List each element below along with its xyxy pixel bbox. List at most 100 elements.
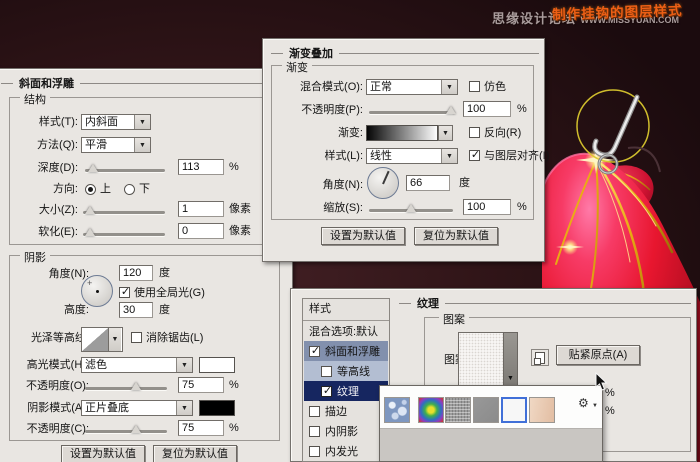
bevel-set-default-button[interactable]: 设置为默认值 xyxy=(61,445,145,462)
gradient-angle-label: 角度(N): xyxy=(322,179,363,191)
gradient-opacity-thumb[interactable] xyxy=(446,106,456,114)
bevel-method-value: 平滑 xyxy=(85,139,107,151)
gradient-style-select[interactable]: 线性 ▼ xyxy=(366,148,458,164)
highlight-mode-value: 滤色 xyxy=(85,359,107,371)
dial-needle xyxy=(382,171,390,185)
list-item-inner-glow[interactable]: 内发光 xyxy=(304,441,388,461)
altitude-label: 高度: xyxy=(63,304,89,316)
shadow-opacity-input[interactable]: 75 xyxy=(178,420,224,436)
checkbox-icon[interactable] xyxy=(309,344,321,357)
highlight-opacity-unit: % xyxy=(229,379,239,391)
global-angle-dial[interactable]: + xyxy=(81,275,113,307)
chevron-down-icon[interactable]: ▼ xyxy=(441,149,457,163)
pattern-swatch[interactable] xyxy=(458,332,504,386)
chevron-down-icon[interactable]: ▼ xyxy=(176,358,192,372)
gradient-opacity-label: 不透明度(P): xyxy=(301,104,363,116)
pattern-thumb-gray-weave[interactable] xyxy=(445,397,471,423)
checkbox-icon[interactable] xyxy=(321,365,332,377)
highlight-mode-select[interactable]: 滤色 ▼ xyxy=(81,357,193,373)
pattern-thumb-white-selected[interactable] xyxy=(501,397,527,423)
bevel-method-select[interactable]: 平滑 ▼ xyxy=(81,137,151,153)
shadow-opacity-thumb[interactable] xyxy=(131,425,141,433)
new-pattern-icon[interactable] xyxy=(531,349,549,366)
gloss-contour-dropdown[interactable]: ▼ xyxy=(109,327,123,352)
bevel-reset-default-button[interactable]: 复位为默认值 xyxy=(153,445,237,462)
styles-listbox: 样式 混合选项:默认 斜面和浮雕 等高线 纹理 描边 内阴影 xyxy=(302,298,390,462)
shadow-mode-select[interactable]: 正片叠底 ▼ xyxy=(81,400,193,416)
direction-up-radio[interactable] xyxy=(85,184,96,195)
blend-mode-select[interactable]: 正常 ▼ xyxy=(366,79,458,95)
highlight-color-swatch[interactable] xyxy=(199,357,235,373)
checkbox-icon[interactable] xyxy=(309,425,320,437)
reverse-checkbox[interactable] xyxy=(469,127,480,138)
direction-label: 方向: xyxy=(52,183,78,195)
checkbox-icon[interactable] xyxy=(309,445,320,457)
soften-slider-thumb[interactable] xyxy=(85,228,95,236)
gradient-style-label: 样式(L): xyxy=(324,150,364,162)
size-input[interactable]: 1 xyxy=(178,201,224,217)
gradient-opacity-track[interactable] xyxy=(369,111,453,114)
altitude-input[interactable]: 30 xyxy=(119,302,153,318)
dither-checkbox[interactable] xyxy=(469,81,480,92)
list-item-label: 混合选项:默认 xyxy=(309,326,379,338)
gradient-angle-dial[interactable] xyxy=(367,167,399,199)
list-item-blending-options[interactable]: 混合选项:默认 xyxy=(304,321,388,341)
gradient-angle-unit: 度 xyxy=(459,177,470,189)
scale-thumb[interactable] xyxy=(406,204,416,212)
size-slider-track[interactable] xyxy=(83,211,165,214)
chevron-down-icon[interactable]: ▼ xyxy=(441,80,457,94)
angle-cross-icon: + xyxy=(87,278,93,288)
gradient-picker-dropdown[interactable]: ▼ xyxy=(438,125,453,141)
soften-slider-track[interactable] xyxy=(83,233,165,236)
depth-slider-thumb[interactable] xyxy=(88,164,98,172)
pattern-thumb-tie-dye[interactable] xyxy=(418,397,444,423)
snap-to-origin-button[interactable]: 贴紧原点(A) xyxy=(556,345,640,365)
chevron-down-icon[interactable]: ▼ xyxy=(134,115,150,129)
chevron-down-icon[interactable]: ▼ xyxy=(109,328,121,351)
global-light-label: 使用全局光(G) xyxy=(134,287,205,299)
highlight-opacity-thumb[interactable] xyxy=(131,382,141,390)
size-label: 大小(Z): xyxy=(38,204,78,216)
checkbox-icon[interactable] xyxy=(321,384,333,397)
list-item-inner-shadow[interactable]: 内阴影 xyxy=(304,421,388,441)
soften-label: 软化(E): xyxy=(38,226,78,238)
angle-label: 角度(N): xyxy=(48,268,89,280)
list-item-stroke[interactable]: 描边 xyxy=(304,401,388,421)
shadow-opacity-track[interactable] xyxy=(85,430,167,433)
soften-input[interactable]: 0 xyxy=(178,223,224,239)
angle-input[interactable]: 120 xyxy=(119,265,153,281)
chevron-down-icon[interactable]: ▼ xyxy=(134,138,150,152)
depth-input[interactable]: 113 xyxy=(178,159,224,175)
pattern-thumb-tan[interactable] xyxy=(529,397,555,423)
global-light-checkbox[interactable] xyxy=(119,285,131,298)
checkbox-icon[interactable] xyxy=(309,405,320,417)
pattern-picker-button[interactable]: ▼ xyxy=(503,332,518,386)
bevel-style-select[interactable]: 内斜面 ▼ xyxy=(81,114,151,130)
chevron-down-icon[interactable]: ▼ xyxy=(176,401,192,415)
gradient-swatch[interactable] xyxy=(366,125,438,141)
size-slider-thumb[interactable] xyxy=(85,206,95,214)
pattern-thumb-gray-noise[interactable] xyxy=(473,397,499,423)
gradient-style-value: 线性 xyxy=(370,150,392,162)
chevron-down-icon[interactable]: ▼ xyxy=(439,126,452,140)
list-item-texture[interactable]: 纹理 xyxy=(304,381,388,401)
gradient-reset-default-button[interactable]: 复位为默认值 xyxy=(414,227,498,245)
list-item-contour[interactable]: 等高线 xyxy=(304,361,388,381)
shadow-color-swatch[interactable] xyxy=(199,400,235,416)
gloss-contour-swatch[interactable] xyxy=(81,327,109,352)
list-item-label: 描边 xyxy=(325,406,347,418)
list-item-bevel-emboss[interactable]: 斜面和浮雕 xyxy=(304,341,388,361)
gear-icon[interactable]: ⚙ xyxy=(578,397,589,409)
chevron-down-icon[interactable]: ▼ xyxy=(592,403,598,409)
highlight-opacity-input[interactable]: 75 xyxy=(178,377,224,393)
pattern-thumb-blue-bubbles[interactable] xyxy=(384,397,410,423)
scale-input[interactable]: 100 xyxy=(463,199,511,215)
highlight-opacity-track[interactable] xyxy=(85,387,167,390)
align-layer-checkbox[interactable] xyxy=(469,148,481,161)
gradient-set-default-button[interactable]: 设置为默认值 xyxy=(321,227,405,245)
gradient-angle-input[interactable]: 66 xyxy=(406,175,450,191)
list-item-label: 纹理 xyxy=(337,386,359,398)
antialias-checkbox[interactable] xyxy=(131,332,142,343)
gradient-opacity-input[interactable]: 100 xyxy=(463,101,511,117)
direction-down-radio[interactable] xyxy=(124,184,135,195)
